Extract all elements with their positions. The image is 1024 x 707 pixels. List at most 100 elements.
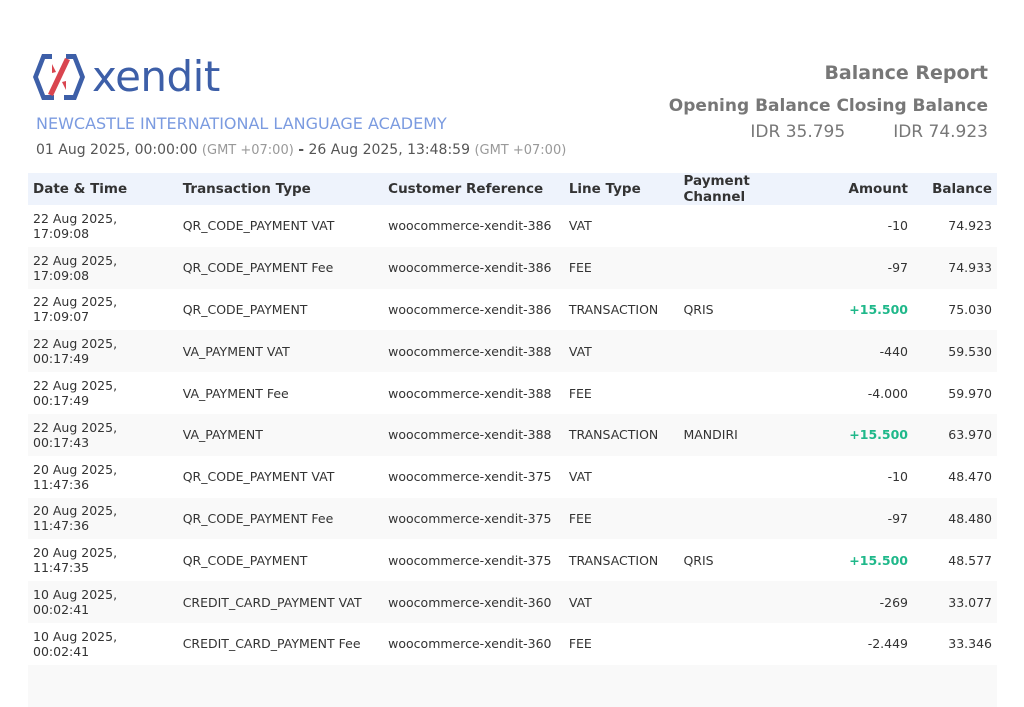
cell-line-type: TRANSACTION <box>568 552 659 568</box>
cell-payment-channel <box>678 497 800 540</box>
cell-amount: -4.000 <box>867 385 909 401</box>
cell-line-type: FEE <box>568 636 592 652</box>
cell-transaction-type: QR_CODE_PAYMENT <box>182 301 308 317</box>
column-header: Payment Channel <box>678 173 800 205</box>
cell-transaction-type: QR_CODE_PAYMENT VAT <box>182 218 335 234</box>
cell-transaction-type: QR_CODE_PAYMENT VAT <box>182 469 335 485</box>
table-row: 22 Aug 2025, 17:09:08 QR_CODE_PAYMENT Fee… <box>28 246 997 289</box>
range-separator: - <box>298 142 305 158</box>
table-row-partial <box>28 664 997 707</box>
cell-datetime: 22 Aug 2025, 17:09:08 <box>28 246 178 289</box>
opening-balance-value: IDR 35.795 <box>750 122 846 142</box>
column-header: Line Type <box>563 173 679 205</box>
cell-balance: 74.933 <box>913 246 997 289</box>
table-row: 20 Aug 2025, 11:47:35 QR_CODE_PAYMENT wooc… <box>28 539 997 581</box>
cell-customer-reference: woocommerce-xendit-375 <box>388 552 552 568</box>
cell-balance: 48.577 <box>948 552 992 568</box>
cell-customer-reference: woocommerce-xendit-386 <box>388 218 552 234</box>
cell-customer-reference: woocommerce-xendit-375 <box>383 497 564 540</box>
cell-customer-reference: woocommerce-xendit-386 <box>388 301 552 317</box>
cell-payment-channel <box>678 623 799 665</box>
cell-payment-channel: QRIS <box>683 301 714 317</box>
cell-payment-channel: QRIS <box>683 552 714 568</box>
table-row: 10 Aug 2025, 00:02:41 CREDIT_CARD_PAYMENT… <box>28 581 997 623</box>
table-row: 22 Aug 2025, 17:09:08 QR_CODE_PAYMENT VAT… <box>28 205 997 247</box>
column-header: Transaction Type <box>177 173 384 205</box>
range-start-tz: (GMT +07:00) <box>201 143 294 158</box>
cell-datetime: 10 Aug 2025, 00:02:41 <box>33 628 118 659</box>
cell-transaction-type: VA_PAYMENT Fee <box>182 385 289 401</box>
cell-transaction-type: VA_PAYMENT VAT <box>177 330 384 373</box>
cell-datetime: 22 Aug 2025, 17:09:07 <box>33 294 118 325</box>
cell-datetime: 22 Aug 2025, 00:17:49 <box>28 330 178 373</box>
cell-datetime: 22 Aug 2025, 17:09:08 <box>33 210 118 241</box>
report-summary: Balance Report Opening Balance Closing B… <box>669 62 988 142</box>
cell-customer-reference: woocommerce-xendit-388 <box>383 413 564 456</box>
cell-transaction-type: CREDIT_CARD_PAYMENT Fee <box>182 636 361 652</box>
report-title: Balance Report <box>824 62 988 84</box>
cell-balance: 48.470 <box>948 469 992 485</box>
cell-line-type: FEE <box>563 246 679 289</box>
table-row: 22 Aug 2025, 00:17:49 VA_PAYMENT Fee wooco… <box>28 372 997 414</box>
cell-payment-channel <box>678 246 800 289</box>
cell-line-type: VAT <box>563 581 679 623</box>
column-header: Customer Reference <box>383 173 564 205</box>
cell-datetime: 20 Aug 2025, 11:47:35 <box>33 545 118 576</box>
closing-balance-label: Closing Balance <box>836 96 988 116</box>
cell-payment-channel <box>678 330 800 373</box>
xendit-logo-icon <box>33 54 85 100</box>
cell-amount: -97 <box>799 497 914 540</box>
column-header: Balance <box>913 173 997 205</box>
cell-balance: 59.530 <box>913 330 997 373</box>
cell-line-type: VAT <box>568 218 592 234</box>
cell-datetime: 20 Aug 2025, 11:47:36 <box>28 497 178 540</box>
cell-payment-channel <box>678 205 799 247</box>
cell-line-type: TRANSACTION <box>568 301 659 317</box>
table-row: 22 Aug 2025, 17:09:07 QR_CODE_PAYMENT wooc… <box>28 289 997 331</box>
cell-line-type: FEE <box>563 497 679 540</box>
cell-transaction-type: QR_CODE_PAYMENT Fee <box>177 246 384 289</box>
table-row: 20 Aug 2025, 11:47:36 QR_CODE_PAYMENT VAT… <box>28 456 997 498</box>
closing-balance-value: IDR 74.923 <box>893 122 988 142</box>
cell-amount: -269 <box>799 581 914 623</box>
date-range: 01 Aug 2025, 00:00:00 (GMT +07:00) - 26 … <box>36 142 566 158</box>
cell-customer-reference: woocommerce-xendit-388 <box>388 385 552 401</box>
cell-transaction-type: QR_CODE_PAYMENT <box>182 552 308 568</box>
column-header: Amount <box>799 173 914 205</box>
cell-datetime: 10 Aug 2025, 00:02:41 <box>28 581 178 623</box>
cell-payment-channel <box>678 456 799 498</box>
cell-transaction-type: VA_PAYMENT <box>177 413 384 456</box>
cell-amount: -2.449 <box>867 636 909 652</box>
cell-amount: +15.500 <box>849 301 909 317</box>
cell-datetime: 22 Aug 2025, 00:17:43 <box>28 413 178 456</box>
cell-amount: -97 <box>799 246 914 289</box>
table-header: Date & Time Transaction Type Customer Refe… <box>28 173 997 205</box>
cell-customer-reference: woocommerce-xendit-375 <box>388 469 552 485</box>
xendit-logo-text: xendit <box>92 52 220 101</box>
cell-transaction-type: CREDIT_CARD_PAYMENT VAT <box>177 581 384 623</box>
cell-line-type: VAT <box>563 330 679 373</box>
cell-amount: +15.500 <box>799 413 914 456</box>
cell-datetime: 22 Aug 2025, 00:17:49 <box>33 378 118 409</box>
cell-transaction-type: QR_CODE_PAYMENT Fee <box>177 497 384 540</box>
table-row: 22 Aug 2025, 00:17:49 VA_PAYMENT VAT wooco… <box>28 330 997 373</box>
column-header: Date & Time <box>28 173 178 205</box>
company-name: NEWCASTLE INTERNATIONAL LANGUAGE ACADEMY <box>36 114 447 133</box>
cell-balance: 75.030 <box>948 301 992 317</box>
cell-amount: -10 <box>887 218 909 234</box>
cell-amount: -10 <box>887 469 909 485</box>
cell-amount: -440 <box>799 330 914 373</box>
table-row: 10 Aug 2025, 00:02:41 CREDIT_CARD_PAYMENT… <box>28 623 997 665</box>
range-end-tz: (GMT +07:00) <box>474 143 567 158</box>
cell-payment-channel <box>678 372 799 414</box>
transactions-table: Date & Time Transaction Type Customer Refe… <box>28 173 997 707</box>
cell-balance: 48.480 <box>913 497 997 540</box>
cell-balance: 63.970 <box>913 413 997 456</box>
cell-balance: 33.077 <box>913 581 997 623</box>
opening-balance-label: Opening Balance <box>668 96 831 116</box>
xendit-logo: xendit <box>32 50 220 104</box>
cell-line-type: FEE <box>568 385 592 401</box>
cell-line-type: TRANSACTION <box>563 413 679 456</box>
cell-line-type: VAT <box>568 469 592 485</box>
cell-customer-reference: woocommerce-xendit-360 <box>383 581 564 623</box>
